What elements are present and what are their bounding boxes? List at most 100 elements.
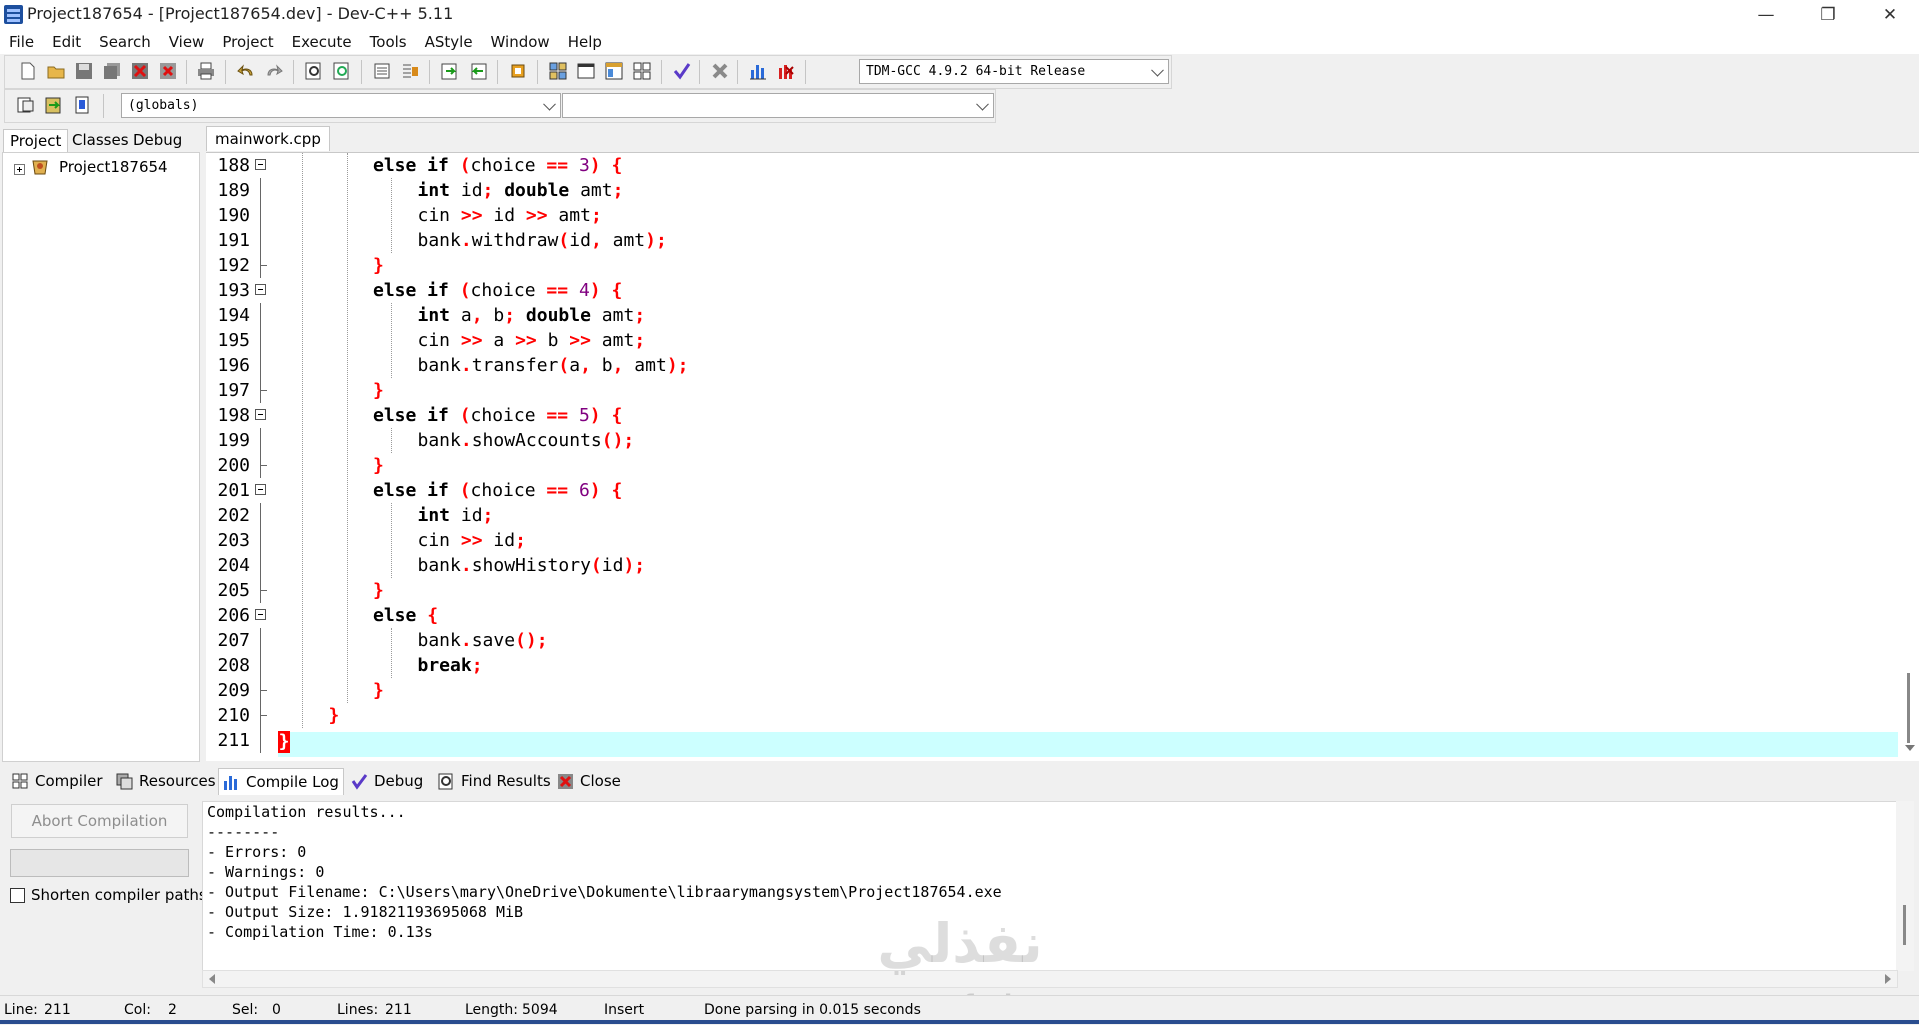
tab-resources-label: Resources — [139, 772, 216, 790]
code-line[interactable]: 203 cin >> id; — [206, 528, 1919, 553]
code-editor[interactable]: 188 else if (choice == 3) {189 int id; dou… — [206, 152, 1919, 761]
code-line[interactable]: 199 bank.showAccounts(); — [206, 428, 1919, 453]
tab-project[interactable]: Project — [3, 129, 69, 152]
tab-compile-log-label: Compile Log — [246, 773, 339, 791]
code-line[interactable]: 196 bank.transfer(a, b, amt); — [206, 353, 1919, 378]
code-line[interactable]: 208 break; — [206, 653, 1919, 678]
shorten-paths-option[interactable]: Shorten compiler paths — [10, 886, 207, 904]
replace-icon[interactable] — [331, 60, 353, 82]
menu-window[interactable]: Window — [482, 33, 559, 51]
insert-code-icon[interactable] — [15, 94, 37, 116]
tile-windows-icon[interactable] — [631, 60, 653, 82]
profile-chart-icon[interactable] — [747, 60, 769, 82]
menu-search[interactable]: Search — [90, 33, 160, 51]
minimize-icon[interactable]: — — [1738, 0, 1794, 30]
code-line[interactable]: 189 int id; double amt; — [206, 178, 1919, 203]
scrollbar-thumb[interactable] — [1907, 673, 1910, 743]
code-line[interactable]: 211} — [206, 728, 1919, 753]
goto-definition-icon[interactable] — [43, 94, 65, 116]
code-line[interactable]: 201 else if (choice == 6) { — [206, 478, 1919, 503]
code-line[interactable]: 195 cin >> a >> b >> amt; — [206, 328, 1919, 353]
code-line[interactable]: 204 bank.showHistory(id); — [206, 553, 1919, 578]
tab-find-results[interactable]: Find Results — [434, 768, 555, 794]
code-text: } — [328, 705, 340, 726]
menu-edit[interactable]: Edit — [43, 33, 90, 51]
scope-select[interactable]: (globals) — [121, 93, 561, 118]
goto-line-icon[interactable] — [439, 60, 461, 82]
tab-close[interactable]: Close — [553, 768, 625, 794]
scroll-left-icon[interactable] — [209, 974, 215, 984]
compiler-select[interactable]: TDM-GCC 4.9.2 64-bit Release — [859, 59, 1169, 84]
close-window-icon[interactable]: ✕ — [1862, 0, 1918, 30]
menu-file[interactable]: File — [0, 33, 43, 51]
function-select[interactable] — [562, 93, 994, 118]
tab-debug[interactable]: Debug — [127, 129, 188, 151]
code-line[interactable]: 205} — [206, 578, 1919, 603]
close-file-icon[interactable] — [129, 60, 151, 82]
fold-collapse-icon[interactable] — [255, 284, 266, 295]
save-all-icon[interactable] — [101, 60, 123, 82]
code-line[interactable]: 210} — [206, 703, 1919, 728]
code-line[interactable]: 207 bank.save(); — [206, 628, 1919, 653]
scroll-down-icon[interactable] — [1905, 745, 1915, 751]
code-line[interactable]: 200} — [206, 453, 1919, 478]
print-icon[interactable] — [195, 60, 217, 82]
save-icon[interactable] — [73, 60, 95, 82]
abort-compilation-button[interactable]: Abort Compilation — [11, 804, 188, 838]
code-line[interactable]: 206 else { — [206, 603, 1919, 628]
code-line[interactable]: 192} — [206, 253, 1919, 278]
expand-icon[interactable] — [14, 164, 25, 175]
find-icon[interactable] — [303, 60, 325, 82]
fold-collapse-icon[interactable] — [255, 609, 266, 620]
fold-collapse-icon[interactable] — [255, 484, 266, 495]
compile-check-icon[interactable] — [671, 60, 693, 82]
tab-compiler[interactable]: Compiler — [8, 768, 107, 794]
code-line[interactable]: 190 cin >> id >> amt; — [206, 203, 1919, 228]
menu-view[interactable]: View — [160, 33, 214, 51]
code-line[interactable]: 209} — [206, 678, 1919, 703]
redo-icon[interactable] — [263, 60, 285, 82]
code-line[interactable]: 188 else if (choice == 3) { — [206, 153, 1919, 178]
restore-icon[interactable]: ❐ — [1800, 0, 1856, 30]
editor-file-tab[interactable]: mainwork.cpp — [206, 126, 330, 151]
menu-help[interactable]: Help — [559, 33, 611, 51]
fold-collapse-icon[interactable] — [255, 159, 266, 170]
tab-compile-log[interactable]: Compile Log — [218, 768, 344, 795]
fold-collapse-icon[interactable] — [255, 409, 266, 420]
code-line[interactable]: 202 int id; — [206, 503, 1919, 528]
menu-tools[interactable]: Tools — [361, 33, 416, 51]
code-line[interactable]: 191 bank.withdraw(id, amt); — [206, 228, 1919, 253]
toggle-bookmark-icon[interactable] — [507, 60, 529, 82]
menu-astyle[interactable]: AStyle — [416, 33, 482, 51]
shorten-paths-checkbox[interactable] — [10, 887, 25, 903]
code-text: else if (choice == 3) { — [373, 155, 623, 176]
devcpp-app-icon[interactable] — [4, 5, 23, 24]
class-browser-icon[interactable] — [603, 60, 625, 82]
code-line[interactable]: 194 int a, b; double amt; — [206, 303, 1919, 328]
undo-icon[interactable] — [235, 60, 257, 82]
log-vertical-scrollbar[interactable] — [1896, 801, 1914, 971]
code-line[interactable]: 193 else if (choice == 4) { — [206, 278, 1919, 303]
tab-classes[interactable]: Classes — [66, 129, 135, 151]
code-line[interactable]: 198 else if (choice == 5) { — [206, 403, 1919, 428]
stop-execution-icon[interactable] — [709, 60, 731, 82]
indent-icon[interactable] — [371, 60, 393, 82]
tab-debug-bottom[interactable]: Debug — [347, 768, 427, 794]
menu-execute[interactable]: Execute — [283, 33, 361, 51]
toggle-comment-icon[interactable] — [71, 94, 93, 116]
unindent-icon[interactable] — [399, 60, 421, 82]
window-icon[interactable] — [575, 60, 597, 82]
tab-resources[interactable]: Resources — [112, 768, 220, 794]
close-all-icon[interactable] — [157, 60, 179, 82]
code-line[interactable]: 197} — [206, 378, 1919, 403]
scroll-right-icon[interactable] — [1885, 974, 1891, 984]
new-project-icon[interactable] — [547, 60, 569, 82]
delete-profile-icon[interactable] — [775, 60, 797, 82]
line-number: 199 — [217, 430, 250, 451]
editor-vertical-scrollbar[interactable] — [1901, 153, 1919, 761]
goto-bookmark-icon[interactable] — [467, 60, 489, 82]
project-node[interactable]: Project187654 — [59, 158, 168, 176]
open-file-icon[interactable] — [45, 60, 67, 82]
new-file-icon[interactable] — [17, 60, 39, 82]
menu-project[interactable]: Project — [213, 33, 282, 51]
